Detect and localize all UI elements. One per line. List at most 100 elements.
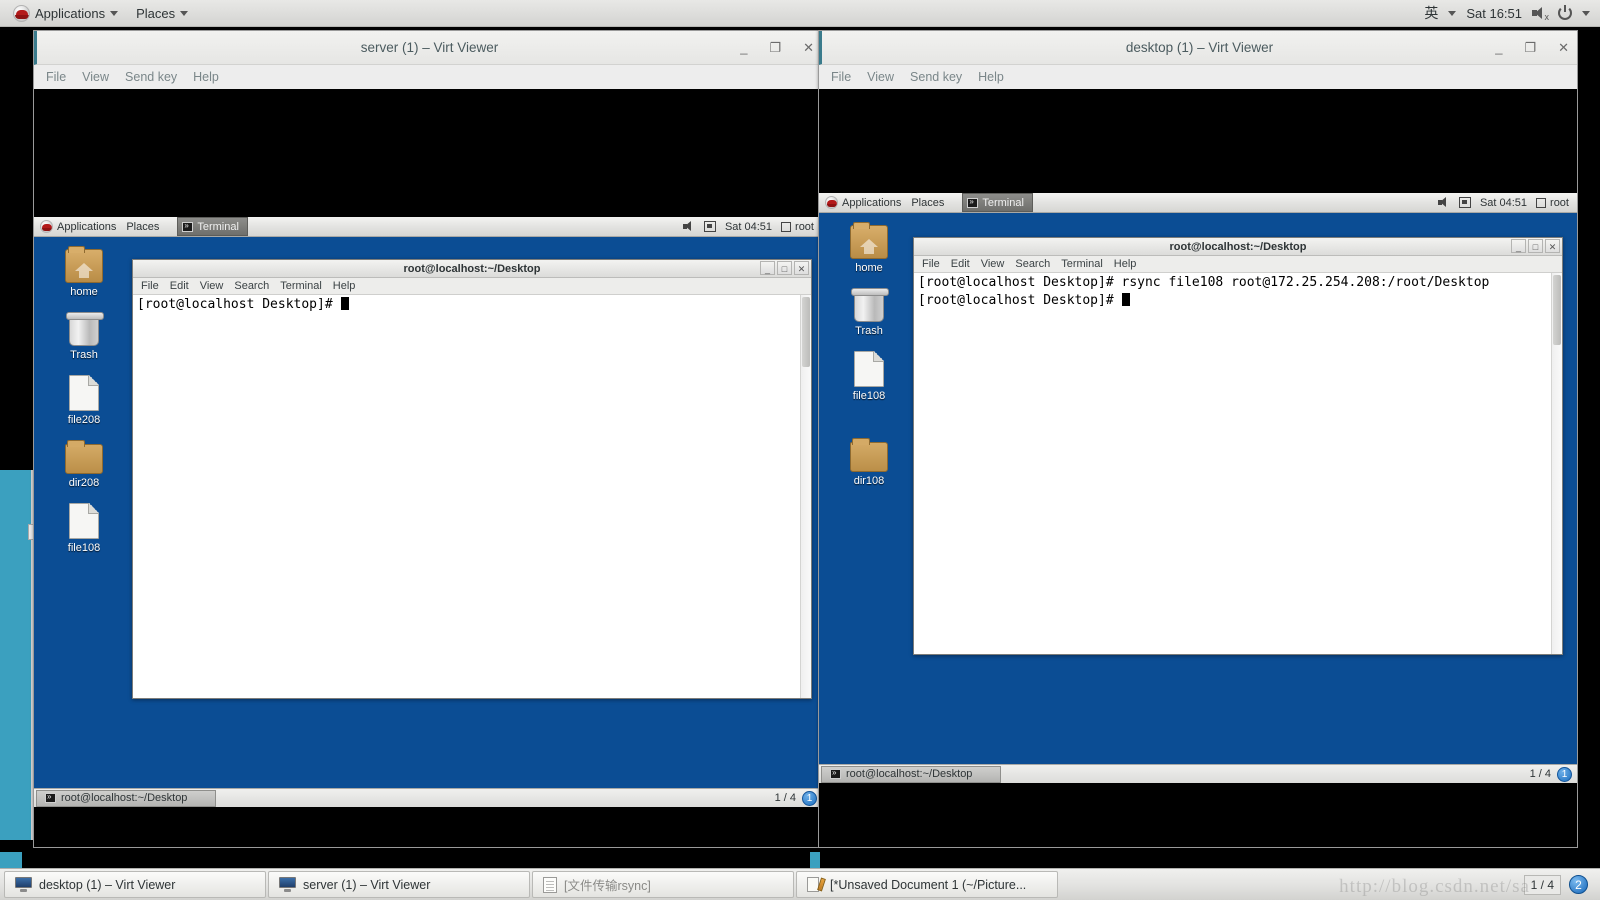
terminal-scrollbar[interactable] bbox=[800, 295, 811, 698]
terminal-window-controls[interactable]: _ □ ✕ bbox=[1511, 239, 1560, 253]
window-titlebar[interactable]: desktop (1) – Virt Viewer _ ❐ ✕ bbox=[819, 31, 1577, 65]
menu-help[interactable]: Help bbox=[978, 70, 1004, 84]
close-icon[interactable]: ✕ bbox=[1558, 41, 1569, 54]
terminal-menu-help[interactable]: Help bbox=[333, 280, 356, 292]
minimize-icon[interactable]: _ bbox=[1511, 239, 1526, 253]
window-menubar[interactable]: File View Send key Help bbox=[34, 65, 822, 89]
volume-icon[interactable] bbox=[1437, 197, 1450, 208]
close-icon[interactable]: ✕ bbox=[803, 41, 814, 54]
terminal-menu-search[interactable]: Search bbox=[1015, 258, 1050, 270]
desktop-icon-dir208[interactable]: dir208 bbox=[41, 440, 127, 489]
terminal-menu-edit[interactable]: Edit bbox=[951, 258, 970, 270]
menu-file[interactable]: File bbox=[831, 70, 851, 84]
terminal-menubar[interactable]: File Edit View Search Terminal Help bbox=[133, 278, 811, 295]
desktop-icon-home[interactable]: home bbox=[826, 222, 912, 274]
desktop-icon-trash[interactable]: Trash bbox=[41, 312, 127, 361]
minimize-icon[interactable]: _ bbox=[740, 41, 747, 54]
guest-terminal-window[interactable]: root@localhost:~/Desktop _ □ ✕ File Edit… bbox=[913, 237, 1563, 655]
desktop-icon-file108[interactable]: file108 bbox=[41, 503, 127, 554]
desktop-icon-file108[interactable]: file108 bbox=[826, 351, 912, 402]
virt-viewer-window-desktop[interactable]: desktop (1) – Virt Viewer _ ❐ ✕ File Vie… bbox=[818, 30, 1578, 848]
guest-applications-menu[interactable]: Applications bbox=[825, 196, 901, 209]
guest-display-desktop[interactable]: Applications Places Terminal Sat 04:51 bbox=[819, 89, 1577, 847]
terminal-menu-file[interactable]: File bbox=[141, 280, 159, 292]
taskbar-window-button[interactable]: root@localhost:~/Desktop bbox=[36, 789, 216, 807]
desktop-icon-trash[interactable]: Trash bbox=[826, 288, 912, 337]
maximize-icon[interactable]: □ bbox=[1528, 239, 1543, 253]
workspace-badge[interactable]: 1 bbox=[1557, 766, 1572, 782]
network-icon[interactable] bbox=[703, 221, 716, 232]
terminal-menu-file[interactable]: File bbox=[922, 258, 940, 270]
terminal-menu-terminal[interactable]: Terminal bbox=[1061, 258, 1103, 270]
terminal-titlebar[interactable]: root@localhost:~/Desktop _ □ ✕ bbox=[133, 260, 811, 278]
host-places-menu[interactable]: Places bbox=[129, 3, 195, 24]
menu-view[interactable]: View bbox=[82, 70, 109, 84]
terminal-menu-search[interactable]: Search bbox=[234, 280, 269, 292]
menu-help[interactable]: Help bbox=[193, 70, 219, 84]
close-icon[interactable]: ✕ bbox=[794, 261, 809, 275]
desktop-icon-dir108[interactable]: dir108 bbox=[826, 438, 912, 487]
terminal-titlebar[interactable]: root@localhost:~/Desktop _ □ ✕ bbox=[914, 238, 1562, 256]
maximize-icon[interactable]: ❐ bbox=[1524, 41, 1536, 54]
guest-desktop[interactable]: Applications Places Terminal Sat 04:51 bbox=[819, 193, 1577, 783]
window-controls[interactable]: _ ❐ ✕ bbox=[740, 31, 814, 65]
maximize-icon[interactable]: □ bbox=[777, 261, 792, 275]
desktop-icon-home[interactable]: home bbox=[41, 246, 127, 298]
terminal-output-area[interactable]: [root@localhost Desktop]# bbox=[133, 295, 811, 698]
guest-places-menu[interactable]: Places bbox=[126, 221, 159, 233]
taskbar-item-unsaved-document[interactable]: [*Unsaved Document 1 (~/Picture... bbox=[796, 871, 1058, 898]
menu-send-key[interactable]: Send key bbox=[910, 70, 962, 84]
network-icon[interactable] bbox=[1458, 197, 1471, 208]
terminal-menu-view[interactable]: View bbox=[981, 258, 1005, 270]
input-method-label[interactable]: 英 bbox=[1424, 3, 1438, 23]
chevron-down-icon[interactable] bbox=[1582, 10, 1590, 16]
window-controls[interactable]: _ ❐ ✕ bbox=[1495, 31, 1569, 65]
workspace-indicator[interactable]: 1 / 4 bbox=[775, 792, 796, 804]
volume-icon[interactable] bbox=[682, 221, 695, 232]
guest-user-menu[interactable]: root bbox=[1536, 197, 1569, 209]
terminal-menu-edit[interactable]: Edit bbox=[170, 280, 189, 292]
terminal-menubar[interactable]: File Edit View Search Terminal Help bbox=[914, 256, 1562, 273]
taskbar-window-button[interactable]: root@localhost:~/Desktop bbox=[821, 765, 1001, 783]
host-workspace-badge[interactable]: 2 bbox=[1569, 875, 1588, 894]
power-icon[interactable] bbox=[1558, 5, 1572, 20]
scrollbar-thumb[interactable] bbox=[1553, 275, 1561, 345]
guest-applications-menu[interactable]: Applications bbox=[40, 220, 116, 233]
menu-send-key[interactable]: Send key bbox=[125, 70, 177, 84]
guest-places-menu[interactable]: Places bbox=[911, 197, 944, 209]
terminal-scrollbar[interactable] bbox=[1551, 273, 1562, 654]
window-titlebar[interactable]: server (1) – Virt Viewer _ ❐ ✕ bbox=[34, 31, 822, 65]
terminal-menu-view[interactable]: View bbox=[200, 280, 224, 292]
guest-window-button-terminal[interactable]: Terminal bbox=[177, 217, 248, 236]
guest-desktop[interactable]: Applications Places Terminal Sat 04:51 bbox=[34, 217, 822, 807]
guest-clock[interactable]: Sat 04:51 bbox=[725, 221, 772, 233]
window-menubar[interactable]: File View Send key Help bbox=[819, 65, 1577, 89]
virt-viewer-window-server[interactable]: server (1) – Virt Viewer _ ❐ ✕ File View… bbox=[33, 30, 823, 848]
taskbar-item-rsync-doc[interactable]: [文件传输rsync] bbox=[532, 871, 794, 898]
guest-display-server[interactable]: Applications Places Terminal Sat 04:51 bbox=[34, 89, 822, 847]
desktop-icon-file208[interactable]: file208 bbox=[41, 375, 127, 426]
terminal-menu-help[interactable]: Help bbox=[1114, 258, 1137, 270]
terminal-menu-terminal[interactable]: Terminal bbox=[280, 280, 322, 292]
workspace-indicator[interactable]: 1 / 4 bbox=[1530, 768, 1551, 780]
guest-window-button-terminal[interactable]: Terminal bbox=[962, 193, 1033, 212]
chevron-down-icon[interactable] bbox=[1448, 10, 1457, 16]
speaker-muted-icon[interactable]: x bbox=[1532, 6, 1549, 22]
close-icon[interactable]: ✕ bbox=[1545, 239, 1560, 253]
menu-view[interactable]: View bbox=[867, 70, 894, 84]
terminal-window-controls[interactable]: _ □ ✕ bbox=[760, 261, 809, 275]
workspace-badge[interactable]: 1 bbox=[802, 790, 817, 806]
minimize-icon[interactable]: _ bbox=[760, 261, 775, 275]
host-clock[interactable]: Sat 16:51 bbox=[1466, 6, 1522, 21]
guest-clock[interactable]: Sat 04:51 bbox=[1480, 197, 1527, 209]
maximize-icon[interactable]: ❐ bbox=[769, 41, 781, 54]
scrollbar-thumb[interactable] bbox=[802, 297, 810, 367]
menu-file[interactable]: File bbox=[46, 70, 66, 84]
guest-terminal-window[interactable]: root@localhost:~/Desktop _ □ ✕ File Edit… bbox=[132, 259, 812, 699]
taskbar-item-server-virt-viewer[interactable]: server (1) – Virt Viewer bbox=[268, 871, 530, 898]
minimize-icon[interactable]: _ bbox=[1495, 41, 1502, 54]
guest-user-menu[interactable]: root bbox=[781, 221, 814, 233]
taskbar-item-desktop-virt-viewer[interactable]: desktop (1) – Virt Viewer bbox=[4, 871, 266, 898]
terminal-output-area[interactable]: [root@localhost Desktop]# rsync file108 … bbox=[914, 273, 1562, 654]
host-applications-menu[interactable]: Applications bbox=[6, 2, 125, 25]
